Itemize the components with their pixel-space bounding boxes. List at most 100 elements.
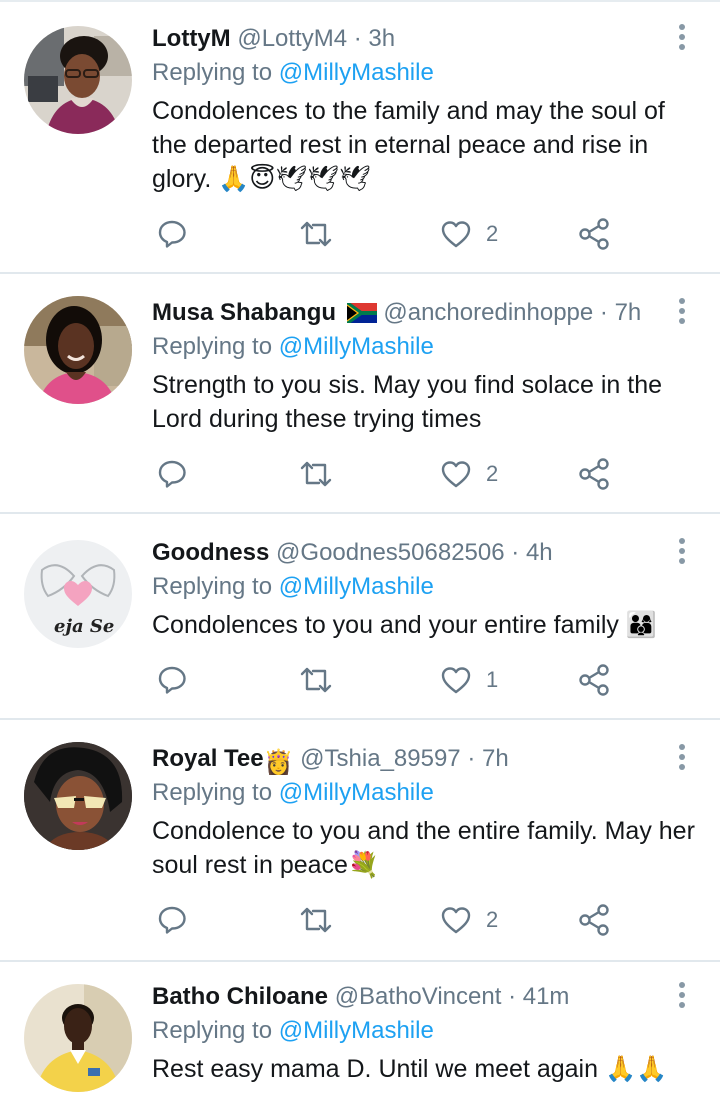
more-options-icon[interactable] bbox=[678, 744, 686, 774]
tweet-item[interactable]: Batho Chiloane @BathoVincent · 41m Reply… bbox=[0, 962, 720, 1105]
avatar[interactable] bbox=[24, 26, 132, 134]
mention-link[interactable]: @MillyMashile bbox=[279, 333, 434, 360]
like-button[interactable]: 1 bbox=[440, 660, 498, 700]
share-button[interactable] bbox=[578, 900, 610, 940]
like-count: 2 bbox=[486, 461, 499, 486]
tweet-header: LottyM @LottyM4 · 3h bbox=[152, 22, 660, 56]
replying-label: Replying to bbox=[152, 59, 273, 86]
timestamp[interactable]: 7h bbox=[482, 745, 509, 772]
mention-link[interactable]: @MillyMashile bbox=[279, 1017, 434, 1044]
more-options-icon[interactable] bbox=[678, 538, 686, 568]
share-button[interactable] bbox=[578, 454, 610, 494]
share-icon bbox=[579, 218, 609, 250]
like-button[interactable]: 2 bbox=[440, 900, 498, 940]
more-options-icon[interactable] bbox=[678, 982, 686, 1012]
display-name[interactable]: Musa Shabangu bbox=[152, 299, 336, 326]
replying-label: Replying to bbox=[152, 333, 273, 360]
replying-label: Replying to bbox=[152, 573, 273, 600]
avatar[interactable] bbox=[24, 742, 132, 850]
reply-icon bbox=[158, 460, 186, 488]
replying-to: Replying to @MillyMashile bbox=[152, 570, 434, 604]
avatar[interactable]: eja Se bbox=[24, 540, 132, 648]
separator-dot: · bbox=[599, 299, 608, 326]
retweet-button[interactable] bbox=[299, 900, 333, 940]
user-handle[interactable]: @Goodnes50682506 bbox=[276, 539, 505, 566]
tweet-text: Condolence to you and the entire family.… bbox=[152, 817, 695, 879]
share-icon bbox=[579, 904, 609, 936]
retweet-icon bbox=[300, 461, 332, 487]
reply-icon bbox=[158, 220, 186, 248]
heart-icon bbox=[441, 907, 471, 934]
separator-dot: · bbox=[353, 25, 362, 52]
like-count: 2 bbox=[486, 907, 499, 932]
princess-emoji-icon: 👸 bbox=[263, 749, 294, 776]
tweet-text: Rest easy mama D. Until we meet again 🙏🙏 bbox=[152, 1055, 668, 1083]
tweet-header: Royal Tee👸 @Tshia_89597 · 7h bbox=[152, 742, 660, 776]
heart-icon bbox=[441, 221, 471, 248]
user-handle[interactable]: @LottyM4 bbox=[237, 25, 347, 52]
mention-link[interactable]: @MillyMashile bbox=[279, 59, 434, 86]
tweet-header: Goodness @Goodnes50682506 · 4h bbox=[152, 536, 660, 570]
timestamp[interactable]: 7h bbox=[615, 299, 642, 326]
like-button[interactable]: 2 bbox=[440, 214, 498, 254]
heart-icon bbox=[441, 667, 471, 694]
avatar-text: eja Se bbox=[54, 616, 114, 637]
action-bar: 2 bbox=[152, 454, 622, 494]
action-bar: 2 bbox=[152, 214, 622, 254]
retweet-button[interactable] bbox=[299, 660, 333, 700]
reply-button[interactable] bbox=[157, 454, 187, 494]
display-name[interactable]: Batho Chiloane bbox=[152, 983, 328, 1010]
replying-label: Replying to bbox=[152, 1017, 273, 1044]
mention-link[interactable]: @MillyMashile bbox=[279, 573, 434, 600]
share-icon bbox=[579, 664, 609, 696]
reply-button[interactable] bbox=[157, 660, 187, 700]
replying-label: Replying to bbox=[152, 779, 273, 806]
like-button[interactable]: 2 bbox=[440, 454, 498, 494]
avatar[interactable] bbox=[24, 296, 132, 404]
reply-icon bbox=[158, 906, 186, 934]
tweet-text: Condolences to you and your entire famil… bbox=[152, 611, 658, 639]
avatar[interactable] bbox=[24, 984, 132, 1092]
tweet-header: Musa Shabangu @anchoredinhoppe · 7h bbox=[152, 296, 660, 330]
action-bar: 1 bbox=[152, 660, 622, 700]
display-name[interactable]: Royal Tee bbox=[152, 745, 264, 772]
replying-to: Replying to @MillyMashile bbox=[152, 330, 434, 364]
heart-icon bbox=[441, 461, 471, 488]
south-africa-flag-icon bbox=[346, 303, 377, 323]
tweet-item[interactable]: eja Se Goodness @Goodnes50682506 · 4h Re… bbox=[0, 514, 720, 720]
like-count: 2 bbox=[486, 221, 499, 246]
retweet-icon bbox=[300, 907, 332, 933]
timestamp[interactable]: 41m bbox=[523, 983, 570, 1010]
timestamp[interactable]: 4h bbox=[526, 539, 553, 566]
retweet-icon bbox=[300, 667, 332, 693]
display-name[interactable]: LottyM bbox=[152, 25, 231, 52]
more-options-icon[interactable] bbox=[678, 298, 686, 328]
mention-link[interactable]: @MillyMashile bbox=[279, 779, 434, 806]
separator-dot: · bbox=[467, 745, 476, 772]
retweet-button[interactable] bbox=[299, 454, 333, 494]
retweet-icon bbox=[300, 221, 332, 247]
separator-dot: · bbox=[508, 983, 517, 1010]
heart-hands-avatar-icon: eja Se bbox=[24, 540, 132, 648]
more-options-icon[interactable] bbox=[678, 24, 686, 54]
user-handle[interactable]: @Tshia_89597 bbox=[300, 745, 460, 772]
share-button[interactable] bbox=[578, 214, 610, 254]
reply-icon bbox=[158, 666, 186, 694]
replying-to: Replying to @MillyMashile bbox=[152, 1014, 434, 1048]
tweet-item[interactable]: Musa Shabangu @anchoredinhoppe · 7h Repl… bbox=[0, 274, 720, 514]
user-handle[interactable]: @anchoredinhoppe bbox=[383, 299, 593, 326]
reply-button[interactable] bbox=[157, 900, 187, 940]
reply-button[interactable] bbox=[157, 214, 187, 254]
separator-dot: · bbox=[511, 539, 520, 566]
illustrated-woman-sunglasses-avatar-icon bbox=[24, 742, 132, 850]
share-button[interactable] bbox=[578, 660, 610, 700]
tweet-text: Condolences to the family and may the so… bbox=[152, 97, 665, 193]
timestamp[interactable]: 3h bbox=[368, 25, 395, 52]
user-handle[interactable]: @BathoVincent bbox=[335, 983, 502, 1010]
like-count: 1 bbox=[486, 667, 499, 692]
tweet-item[interactable]: LottyM @LottyM4 · 3h Replying to @MillyM… bbox=[0, 0, 720, 274]
replying-to: Replying to @MillyMashile bbox=[152, 776, 434, 810]
retweet-button[interactable] bbox=[299, 214, 333, 254]
display-name[interactable]: Goodness bbox=[152, 539, 269, 566]
tweet-item[interactable]: Royal Tee👸 @Tshia_89597 · 7h Replying to… bbox=[0, 720, 720, 962]
